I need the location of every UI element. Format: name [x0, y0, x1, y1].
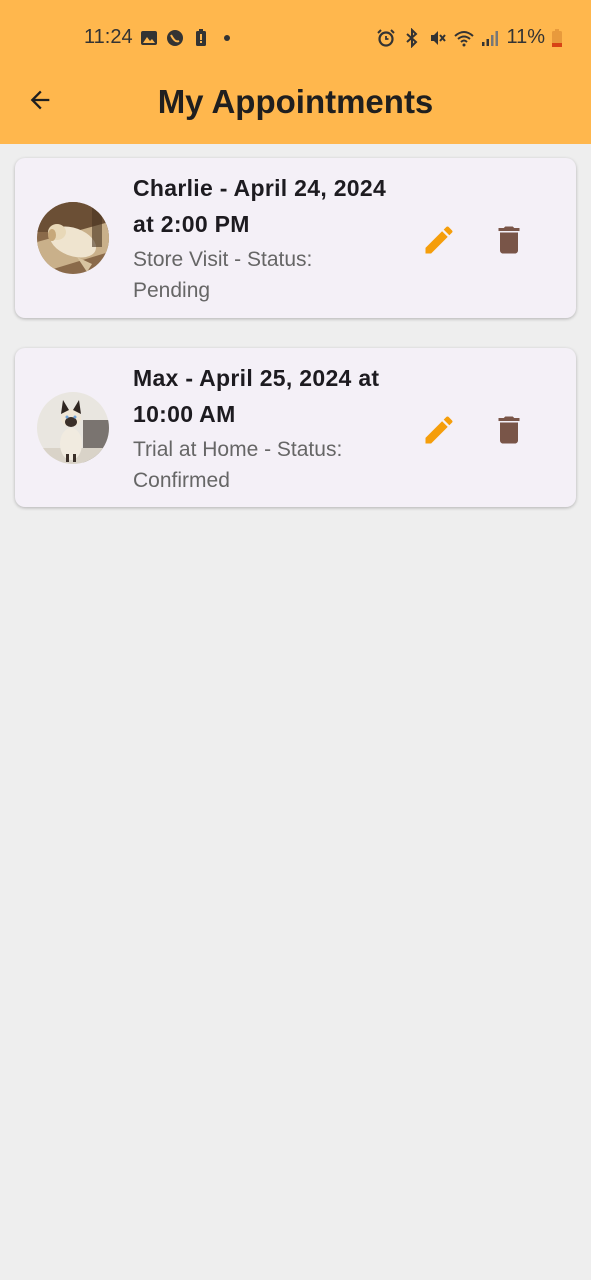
appointment-subtitle: Trial at Home - Status: Confirmed: [133, 438, 343, 492]
pet-avatar-dog: [37, 202, 109, 274]
pet-avatar-cat: [37, 392, 109, 464]
gallery-icon: [139, 28, 159, 48]
edit-button[interactable]: [421, 412, 457, 448]
trash-icon: [491, 222, 527, 258]
phone-icon: [165, 28, 185, 48]
status-time: 11:24: [84, 26, 133, 48]
appointments-list: Charlie - April 24, 2024 at 2:00 PM Stor…: [15, 158, 576, 537]
mute-icon: [428, 28, 448, 48]
pencil-icon: [421, 412, 457, 448]
delete-button[interactable]: [491, 222, 527, 258]
appointment-title: Max - April 25, 2024 at 10:00 AM: [133, 365, 380, 427]
appointment-card[interactable]: Charlie - April 24, 2024 at 2:00 PM Stor…: [15, 158, 576, 318]
app-bar: 11:24 11% My Appointments: [0, 0, 591, 144]
alarm-icon: [376, 28, 396, 48]
battery-alert-icon: [191, 28, 211, 48]
page-title: My Appointments: [157, 83, 434, 120]
dot-icon: [217, 28, 237, 48]
trash-icon: [491, 412, 527, 448]
signal-icon: [480, 28, 500, 48]
appointment-subtitle: Store Visit - Status: Pending: [133, 248, 313, 302]
appointment-title: Charlie - April 24, 2024 at 2:00 PM: [133, 175, 387, 237]
pencil-icon: [421, 222, 457, 258]
appointment-card[interactable]: Max - April 25, 2024 at 10:00 AM Trial a…: [15, 348, 576, 507]
edit-button[interactable]: [421, 222, 457, 258]
battery-percent: 11%: [506, 26, 545, 48]
battery-icon: [551, 28, 563, 48]
delete-button[interactable]: [491, 412, 527, 448]
status-bar: 11:24 11%: [0, 20, 591, 58]
wifi-icon: [454, 28, 475, 48]
bluetooth-icon: [402, 27, 422, 48]
